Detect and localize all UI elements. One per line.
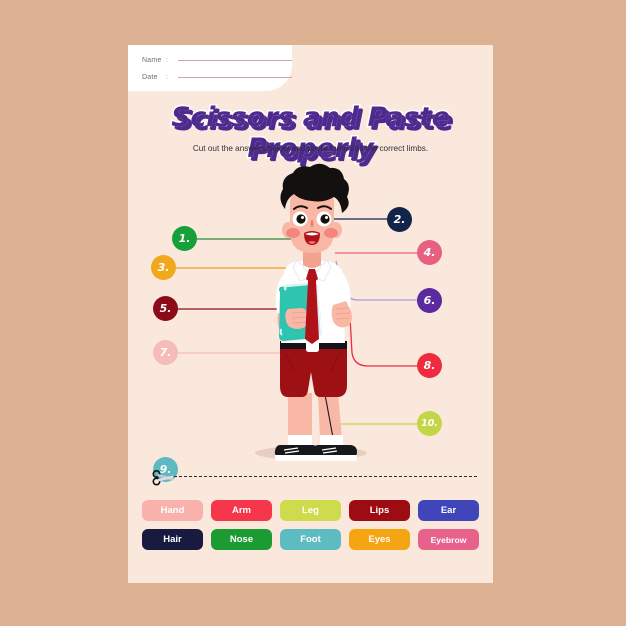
worksheet-canvas: Name : Date : Scissors and Paste Properl… [0, 0, 626, 626]
marker-2[interactable]: 2. [387, 207, 412, 232]
marker-10[interactable]: 10. [417, 411, 442, 436]
marker-4[interactable]: 4. [417, 240, 442, 265]
answer-card-eyebrow[interactable]: Eyebrow [418, 529, 479, 550]
answer-card-hand[interactable]: Hand [142, 500, 203, 521]
answer-row-2: Hair Nose Foot Eyes Eyebrow [138, 529, 483, 550]
answer-card-label: Eyebrow [430, 534, 467, 545]
marker-7-label: 7. [159, 346, 172, 359]
marker-7[interactable]: 7. [153, 340, 178, 365]
illustration-scene: 1. 2. 3. 4. 5. 6. 7. 8. 9. 10. [128, 157, 493, 482]
marker-2-label: 2. [393, 213, 406, 226]
answer-card-eyes[interactable]: Eyes [349, 529, 410, 550]
answer-card-label: Hand [160, 505, 185, 516]
answer-card-label: Eyes [368, 534, 391, 545]
marker-1[interactable]: 1. [172, 226, 197, 251]
marker-3[interactable]: 3. [151, 255, 176, 280]
name-colon: : [166, 56, 168, 64]
answer-card-label: Hair [163, 534, 182, 545]
answer-card-label: Ear [440, 505, 457, 516]
marker-6[interactable]: 6. [417, 288, 442, 313]
date-input-line[interactable] [178, 76, 292, 78]
answer-cards: Hand Arm Leg Lips Ear Hair Nose Foot Eye… [138, 500, 483, 550]
marker-8-label: 8. [423, 359, 436, 372]
answer-card-hair[interactable]: Hair [142, 529, 203, 550]
scissors-icon [152, 470, 174, 486]
name-label: Name [142, 56, 162, 64]
answer-card-label: Lips [369, 505, 390, 516]
answer-card-leg[interactable]: Leg [280, 500, 341, 521]
answer-card-label: Leg [302, 505, 319, 516]
date-colon: : [166, 73, 168, 81]
name-input-line[interactable] [178, 59, 292, 61]
worksheet-page: Name : Date : Scissors and Paste Properl… [128, 45, 493, 583]
answer-card-foot[interactable]: Foot [280, 529, 341, 550]
answer-card-nose[interactable]: Nose [211, 529, 272, 550]
marker-8[interactable]: 8. [417, 353, 442, 378]
answer-card-label: Foot [300, 534, 321, 545]
date-label: Date [142, 73, 158, 81]
marker-1-label: 1. [178, 232, 191, 245]
marker-10-label: 10. [421, 418, 438, 429]
answer-row-1: Hand Arm Leg Lips Ear [138, 500, 483, 521]
marker-3-label: 3. [157, 261, 170, 274]
marker-4-label: 4. [423, 246, 436, 259]
answer-card-label: Nose [229, 534, 254, 545]
answer-card-arm[interactable]: Arm [211, 500, 272, 521]
cut-dash-line [174, 476, 477, 477]
marker-6-label: 6. [423, 294, 436, 307]
cut-line [152, 470, 477, 486]
name-field-row: Name : [142, 54, 292, 66]
answer-card-ear[interactable]: Ear [418, 500, 479, 521]
page-title: Scissors and Paste Properly [170, 101, 452, 166]
marker-5-label: 5. [159, 302, 172, 315]
title-container: Scissors and Paste Properly [128, 101, 493, 166]
answer-card-lips[interactable]: Lips [349, 500, 410, 521]
student-info-panel: Name : Date : [128, 45, 292, 91]
answer-card-label: Arm [231, 505, 251, 516]
marker-5[interactable]: 5. [153, 296, 178, 321]
instructions-text: Cut out the answers below and paste them… [192, 144, 429, 153]
date-field-row: Date : [142, 71, 292, 83]
